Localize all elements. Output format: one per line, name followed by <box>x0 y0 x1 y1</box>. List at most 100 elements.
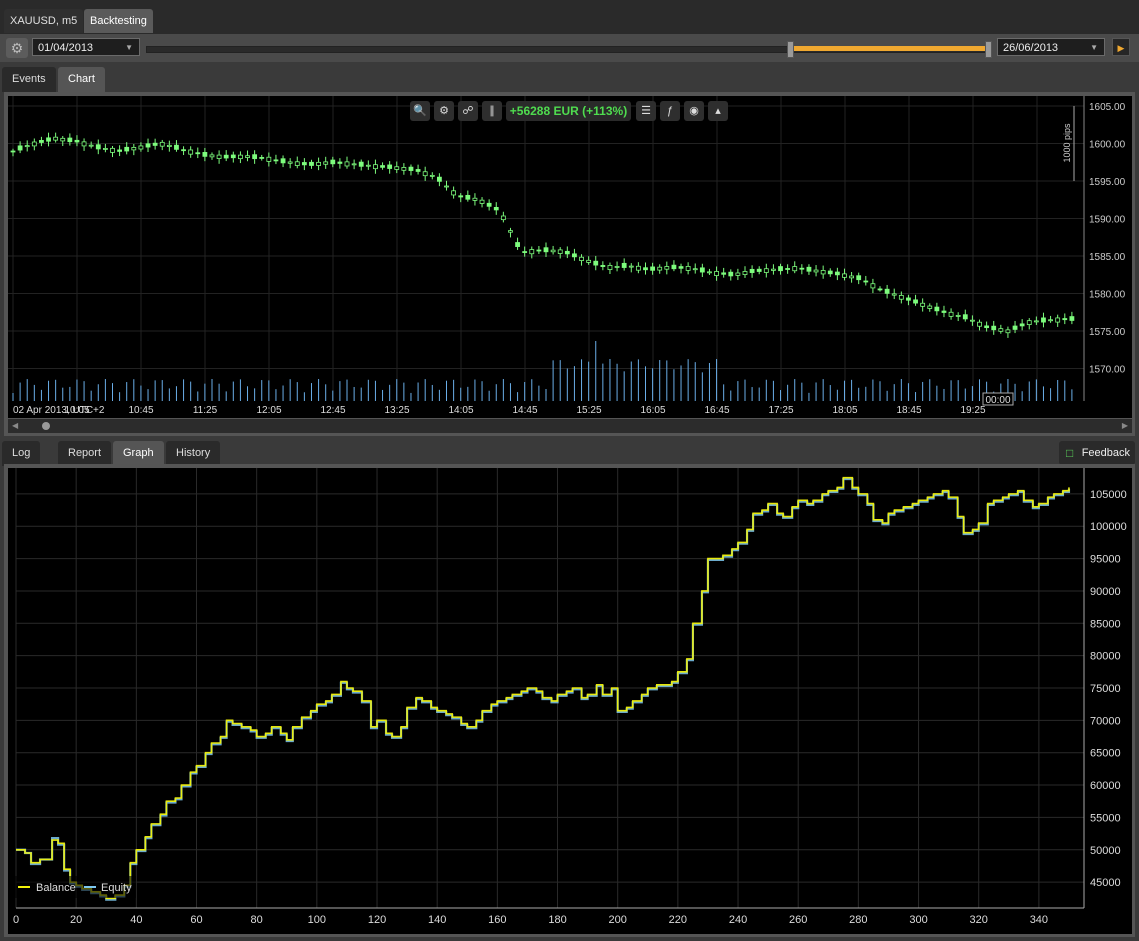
candle-body <box>344 161 350 167</box>
graph-legend: Balance Equity <box>12 876 136 898</box>
candle-body <box>813 269 819 273</box>
candle-body <box>280 158 286 164</box>
candle-body <box>444 185 449 188</box>
candle-body <box>820 270 826 275</box>
candle-body <box>1005 329 1011 334</box>
y-tick-label: 45000 <box>1090 877 1121 889</box>
candle-body <box>941 310 947 313</box>
end-date-select[interactable]: 26/06/2013 ▼ <box>997 38 1105 56</box>
candle-body <box>785 268 791 270</box>
chart-settings-icon[interactable]: ⚙ <box>434 101 454 121</box>
candle-body <box>294 161 300 166</box>
time-tick-label: 11:25 <box>193 405 218 416</box>
y-tick-label: 60000 <box>1090 780 1121 792</box>
candle-body <box>834 271 840 276</box>
candle-body <box>380 165 385 168</box>
tab-xauusd-m5[interactable]: XAUUSD, m5 <box>4 9 84 33</box>
x-tick-label: 200 <box>609 914 627 926</box>
tab-log[interactable]: Log <box>2 441 41 466</box>
candle-body <box>67 137 73 143</box>
candle-body <box>166 144 172 147</box>
candle-body <box>771 268 776 271</box>
candle-body <box>870 283 876 289</box>
candle-body <box>188 149 194 155</box>
tab-backtesting[interactable]: Backtesting <box>84 9 153 33</box>
bottom-panel-tabs: Log Report Graph History <box>0 436 1139 466</box>
candle-body <box>529 249 535 255</box>
x-tick-label: 140 <box>428 914 446 926</box>
tab-chart[interactable]: Chart <box>58 67 105 92</box>
candle-body <box>259 157 265 159</box>
candle-body <box>53 136 59 141</box>
zoom-icon[interactable]: 🔍 <box>410 101 430 121</box>
candle-body <box>884 288 890 294</box>
tab-history[interactable]: History <box>166 441 221 466</box>
candle-body <box>728 271 734 277</box>
chevron-down-icon: ▼ <box>1090 43 1098 52</box>
candle-body <box>74 139 80 143</box>
list-icon[interactable]: ☰ <box>636 101 656 121</box>
candle-body <box>898 295 904 300</box>
chart-scrollbar[interactable]: ◀ ▶ <box>8 419 1132 433</box>
tab-report[interactable]: Report <box>58 441 112 466</box>
candle-body <box>614 266 620 268</box>
scroll-thumb[interactable] <box>42 422 50 430</box>
price-chart-svg: 1605.00 1600.00 1595.00 1590.00 1585.00 1580.… <box>8 96 1126 416</box>
candle-body <box>365 164 371 167</box>
feedback-button[interactable]: □ Feedback <box>1059 441 1135 465</box>
y-tick-label: 80000 <box>1090 651 1121 663</box>
candle-body <box>522 251 528 253</box>
candle-body <box>39 140 44 143</box>
x-tick-label: 320 <box>970 914 988 926</box>
candle-body <box>671 264 677 270</box>
window-tab-bar: XAUUSD, m5 Backtesting <box>0 0 1139 34</box>
candle-body <box>408 166 414 171</box>
candle-body <box>124 146 130 152</box>
tab-graph[interactable]: Graph <box>113 441 164 466</box>
range-end-handle[interactable] <box>985 41 992 58</box>
time-tick-label: 14:45 <box>512 405 537 416</box>
equity-graph-svg: 0 20 40 60 80 100 120 140 160 180 200 220 240 260 280 3… <box>12 468 1127 926</box>
candle-body <box>351 163 357 166</box>
price-chart[interactable]: 1605.00 1600.00 1595.00 1590.00 1585.00 1580.… <box>8 96 1132 418</box>
candle-body <box>387 164 393 169</box>
x-tick-label: 240 <box>729 914 747 926</box>
indicator-icon[interactable]: ƒ <box>660 101 680 121</box>
candle-body <box>17 145 23 151</box>
x-tick-label: 180 <box>548 914 566 926</box>
time-tick-label: 19:25 <box>960 405 985 416</box>
person-icon[interactable]: ▴ <box>708 101 728 121</box>
candle-body <box>906 297 911 301</box>
candle-body <box>486 202 492 207</box>
candle-body <box>436 176 442 182</box>
range-start-handle[interactable] <box>787 41 794 58</box>
candle-body <box>550 249 556 253</box>
candle-body <box>664 266 670 270</box>
play-button[interactable]: ▶ <box>1112 38 1130 56</box>
candle-body <box>472 197 478 201</box>
candle-body <box>10 150 16 153</box>
y-tick-label: 95000 <box>1090 554 1121 566</box>
y-tick-label: 55000 <box>1090 812 1121 824</box>
candle-body <box>273 159 279 162</box>
start-date-select[interactable]: 01/04/2013 ▼ <box>32 38 140 56</box>
price-tick-label: 1570.00 <box>1089 365 1126 376</box>
candle-body <box>337 161 343 164</box>
scroll-right-icon[interactable]: ▶ <box>1122 419 1128 433</box>
candle-body <box>31 141 37 147</box>
tab-events[interactable]: Events <box>2 67 56 92</box>
link-icon[interactable]: ☍ <box>458 101 478 121</box>
candle-body <box>543 247 549 253</box>
candle-body <box>266 156 272 162</box>
candle-body <box>984 325 990 329</box>
candle-body <box>95 144 101 150</box>
candle-body <box>102 148 108 150</box>
candle-body <box>557 249 563 254</box>
candle-body <box>564 250 570 255</box>
scroll-left-icon[interactable]: ◀ <box>12 419 18 433</box>
x-tick-label: 340 <box>1030 914 1048 926</box>
gear-icon[interactable]: ⚙ <box>6 38 28 58</box>
robot-icon[interactable]: ◉ <box>684 101 704 121</box>
candle-body <box>948 311 954 317</box>
candlestick-icon[interactable]: ∥ <box>482 101 502 121</box>
